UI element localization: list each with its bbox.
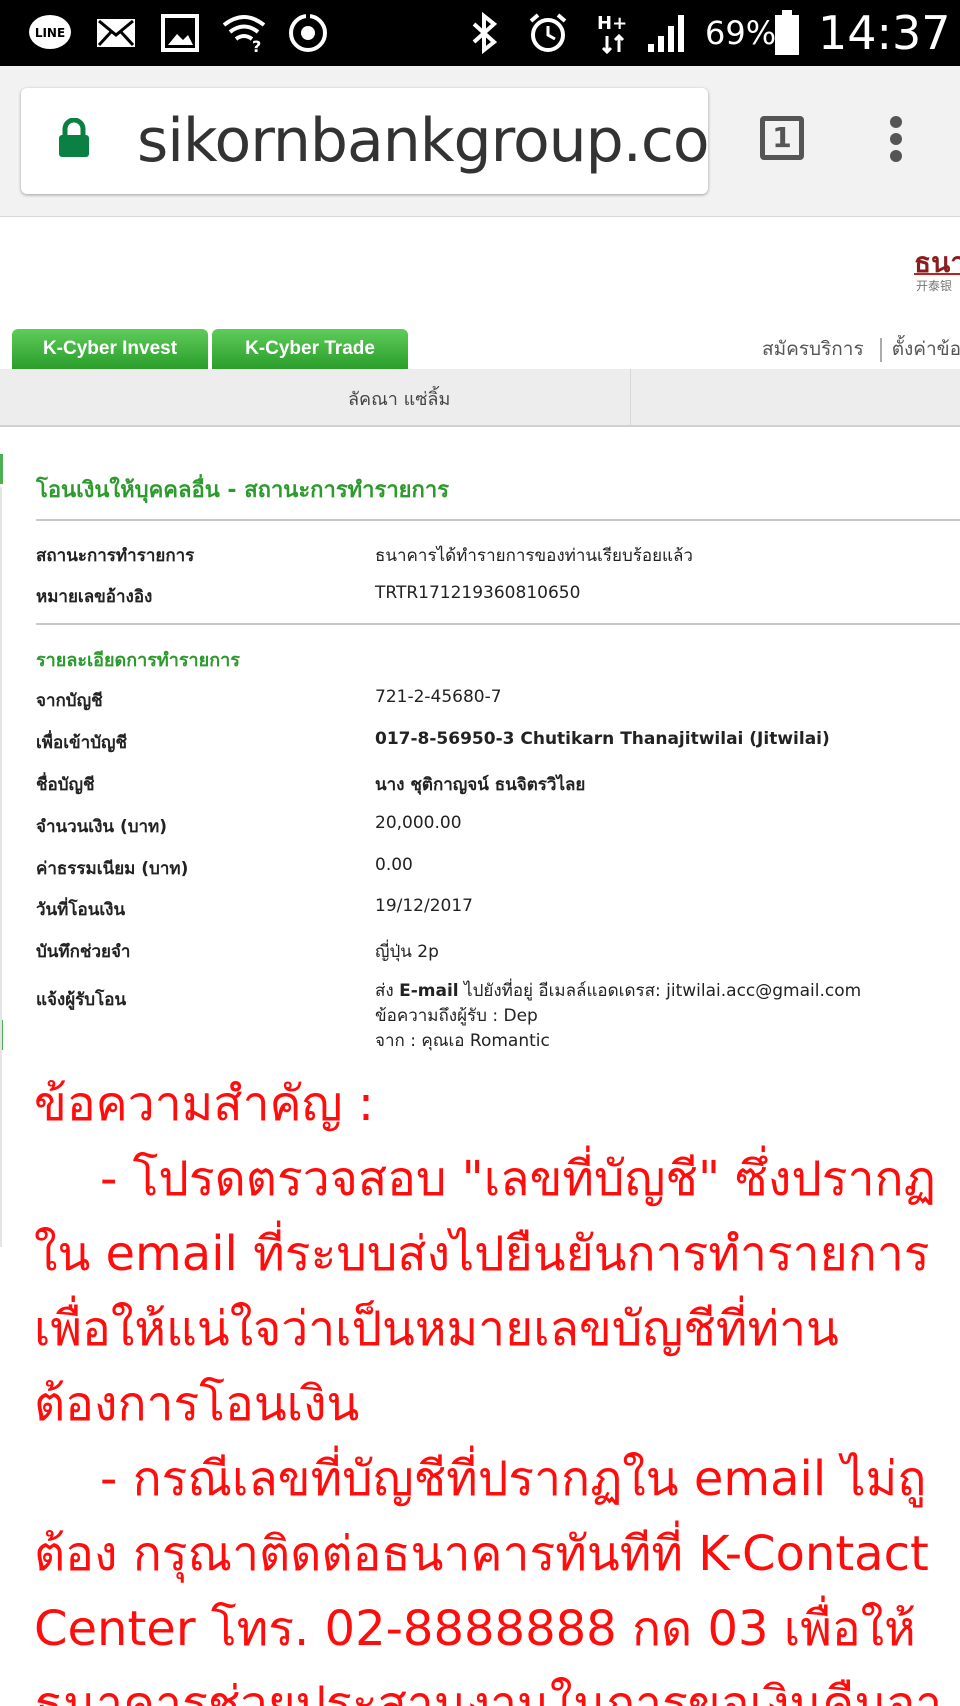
battery-icon: [772, 10, 802, 56]
important-note-line: ธนาคารช่วยประสานงานในการขอเงินคืนจา: [34, 1676, 943, 1706]
svg-text:?: ?: [252, 37, 261, 53]
browser-toolbar: sikornbankgroup.com 1: [0, 66, 960, 217]
account-name-label: ชื่อบัญชี: [36, 775, 95, 795]
svg-text:LINE: LINE: [35, 26, 65, 40]
transfer-date-value: 19/12/2017: [375, 896, 473, 916]
to-account-value: 017-8-56950-3 Chutikarn Thanajitwilai (J…: [375, 729, 830, 749]
account-name-value: นาง ชุติกาญจน์ ธนจิตรวิไลย: [375, 775, 586, 795]
user-bar: ลัคณา แซ่ลิ้ม: [0, 369, 960, 427]
link-divider: [879, 337, 882, 362]
alarm-icon: [526, 10, 570, 56]
memo-label: บันทึกช่วยจำ: [36, 942, 131, 962]
left-accent: [0, 454, 3, 484]
from-account-value: 721-2-45680-7: [375, 687, 502, 707]
fee-label: ค่าธรรมเนียม (บาท): [36, 859, 189, 879]
tab-k-cyber-invest[interactable]: K-Cyber Invest: [12, 329, 208, 369]
reference-value: TRTR171219360810650: [375, 583, 581, 603]
divider: [36, 623, 960, 625]
tab-k-cyber-trade[interactable]: K-Cyber Trade: [212, 329, 408, 369]
notify-email-word: E-mail: [399, 981, 459, 1001]
top-links: สมัครบริการ ตั้งค่าข้อ: [762, 334, 960, 364]
image-icon: [160, 10, 200, 56]
important-note-line: Center โทร. 02-8888888 กด 03 เพื่อให้: [34, 1601, 916, 1657]
important-note-line: ต้องการโอนเงิน: [34, 1376, 360, 1432]
fee-value: 0.00: [375, 855, 413, 875]
notify-recipient-value: ส่ง E-mail ไปยังที่อยู่ อีเมลล์แอดเดรส: …: [375, 979, 861, 1054]
notify-from: จาก : คุณเอ Romantic: [375, 1031, 550, 1051]
clock: 14:37: [818, 6, 951, 60]
tab-switcher-button[interactable]: 1: [760, 116, 804, 160]
register-link[interactable]: สมัครบริการ: [762, 338, 864, 360]
user-name: ลัคณา แซ่ลิ้ม: [348, 389, 451, 410]
notify-message: ข้อความถึงผู้รับ : Dep: [375, 1006, 538, 1026]
important-note-line: ใน email ที่ระบบส่งไปยืนยันการทำรายการ: [34, 1226, 930, 1282]
important-note-heading: ข้อความสำคัญ :: [34, 1076, 374, 1132]
mail-icon: [96, 10, 136, 56]
divider: [36, 519, 960, 521]
battery-percent: 69%: [705, 14, 777, 52]
logo-underline: [914, 273, 960, 275]
lock-icon: [57, 117, 91, 164]
left-border: [0, 487, 2, 1247]
amount-value: 20,000.00: [375, 813, 462, 833]
bluetooth-icon: [466, 10, 502, 56]
hplus-data-icon: H+: [596, 10, 632, 56]
web-page: ธนา 开泰银 K-Cyber Invest K-Cyber Trade สมั…: [0, 217, 960, 1706]
to-account-label: เพื่อเข้าบัญชี: [36, 733, 128, 753]
sync-icon: [286, 10, 330, 56]
amount-label: จำนวนเงิน (บาท): [36, 817, 168, 837]
notify-prefix: ส่ง: [375, 981, 400, 1001]
important-note-line: ต้อง กรุณาติดต่อธนาคารทันทีที่ K-Contact: [34, 1526, 929, 1582]
wifi-question-icon: ?: [222, 10, 266, 56]
important-note-line: - กรณีเลขที่บัญชีที่ปรากฏใน email ไม่ถู: [100, 1451, 927, 1507]
svg-text:H+: H+: [597, 13, 627, 34]
details-heading: รายละเอียดการทำรายการ: [36, 650, 240, 671]
address-bar[interactable]: sikornbankgroup.com: [21, 88, 708, 194]
reference-label: หมายเลขอ้างอิง: [36, 587, 153, 607]
important-note: ข้อความสำคัญ : - โปรดตรวจสอบ "เลขที่บัญช…: [34, 1067, 960, 1706]
signal-icon: [646, 10, 690, 56]
userbar-divider: [630, 369, 631, 425]
status-bar: LINE ? H+ 69% 14:37: [0, 0, 960, 66]
bank-logo-chinese: 开泰银: [916, 279, 953, 293]
settings-link[interactable]: ตั้งค่าข้อ: [892, 338, 960, 360]
overflow-menu-icon[interactable]: [890, 116, 902, 162]
notify-recipient-label: แจ้งผู้รับโอน: [36, 990, 127, 1010]
important-note-line: - โปรดตรวจสอบ "เลขที่บัญชี" ซึ่งปรากฏ: [100, 1151, 936, 1207]
from-account-label: จากบัญชี: [36, 691, 103, 711]
transfer-date-label: วันที่โอนเงิน: [36, 900, 126, 920]
page-title: โอนเงินให้บุคคลอื่น - สถานะการทำรายการ: [36, 478, 450, 503]
notify-address: ไปยังที่อยู่ อีเมลล์แอดเดรส: jitwilai.ac…: [458, 981, 862, 1001]
memo-value: ญี่ปุ่น 2p: [375, 942, 439, 962]
important-note-line: เพื่อให้แน่ใจว่าเป็นหมายเลขบัญชีที่ท่าน: [34, 1301, 839, 1357]
url-text[interactable]: sikornbankgroup.com: [137, 106, 708, 176]
status-value: ธนาคารได้ทำรายการของท่านเรียบร้อยแล้ว: [375, 546, 693, 566]
status-label: สถานะการทำรายการ: [36, 546, 195, 566]
line-app-icon: LINE: [28, 10, 72, 56]
